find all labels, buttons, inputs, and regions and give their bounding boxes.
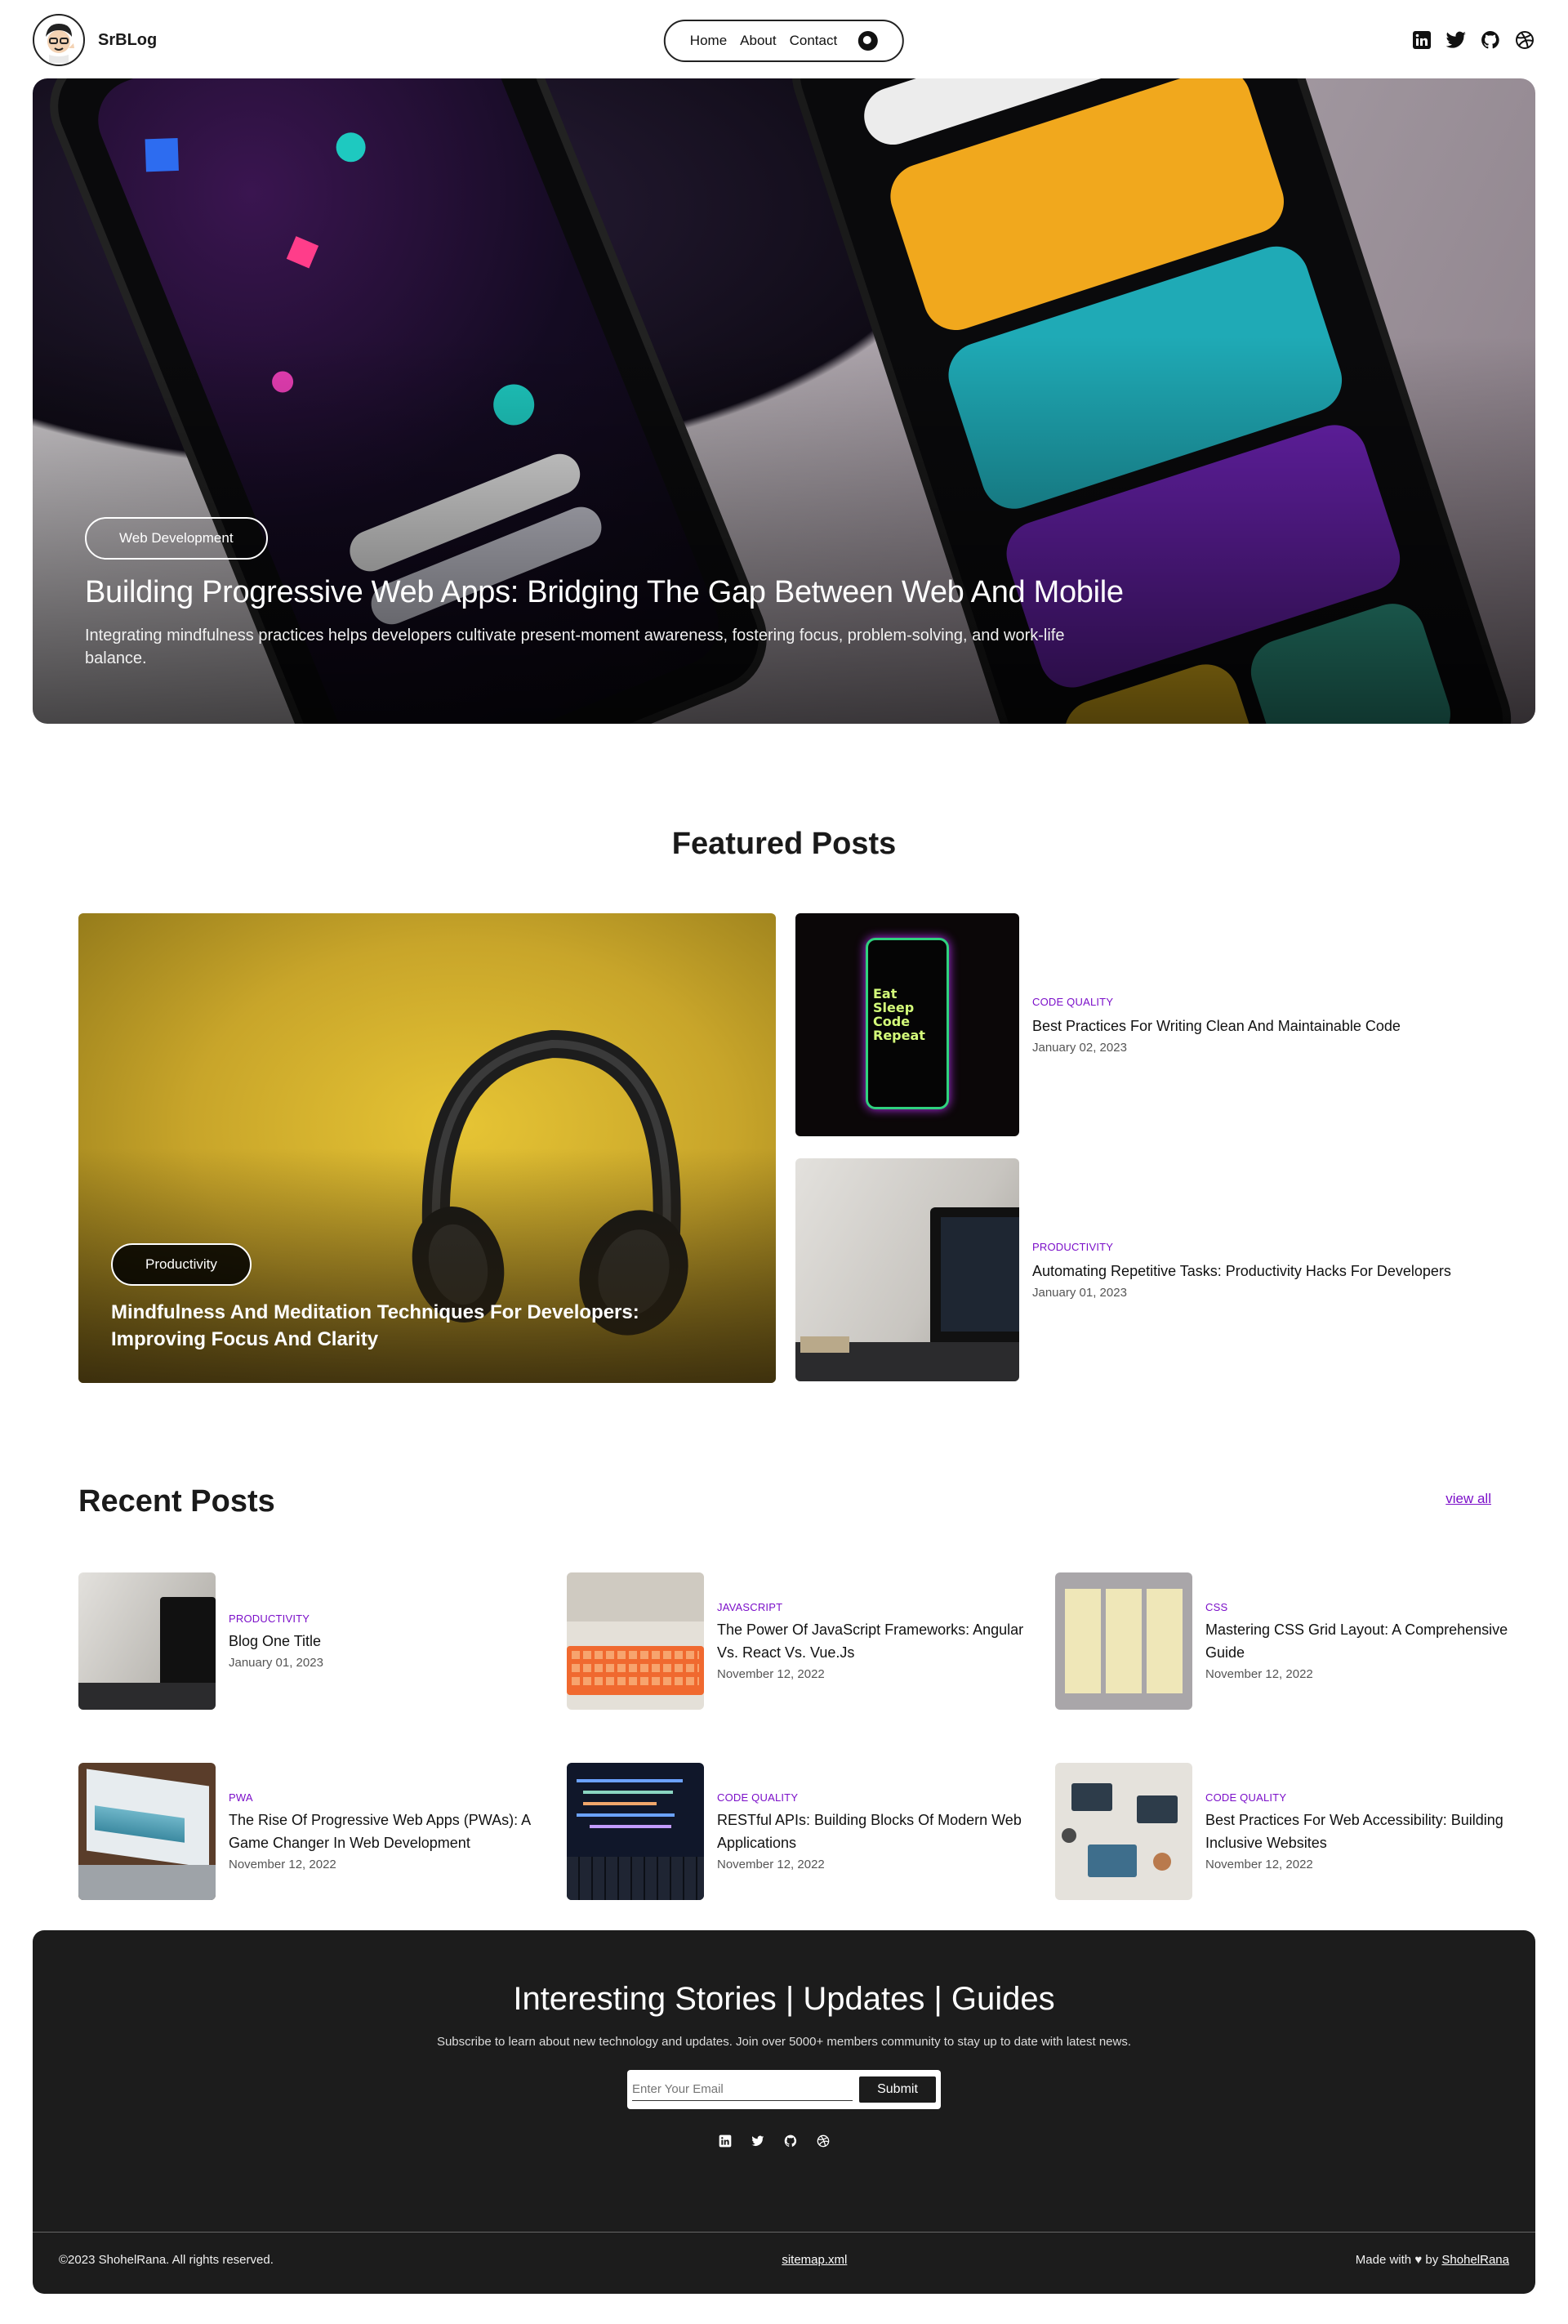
header-social <box>1411 29 1535 51</box>
featured-main-card[interactable]: Productivity Mindfulness And Meditation … <box>78 913 776 1383</box>
avatar[interactable] <box>33 14 85 66</box>
post-date: November 12, 2022 <box>717 1667 825 1681</box>
hero-title[interactable]: Building Progressive Web Apps: Bridging … <box>85 575 1124 610</box>
view-all-link[interactable]: view all <box>1446 1491 1491 1507</box>
post-date: January 01, 2023 <box>1032 1285 1127 1300</box>
featured-side-text: Code Quality Best Practices For Writing … <box>1032 996 1401 1055</box>
hero-description: Integrating mindfulness practices helps … <box>85 627 1065 667</box>
post-title[interactable]: RESTful APIs: Building Blocks Of Modern … <box>717 1809 1027 1854</box>
laptop-desk-thumbnail-image[interactable] <box>78 1572 216 1710</box>
laptop-analytics-thumbnail-image[interactable] <box>78 1763 216 1900</box>
post-category[interactable]: Productivity <box>229 1613 539 1625</box>
post-title[interactable]: Best Practices For Writing Clean And Mai… <box>1032 1015 1401 1037</box>
twitter-icon[interactable] <box>1446 29 1467 51</box>
recent-post-text: CSS Mastering CSS Grid Layout: A Compreh… <box>1205 1601 1516 1681</box>
featured-main-title[interactable]: Mindfulness And Meditation Techniques Fo… <box>111 1299 732 1353</box>
featured-side-text: Productivity Automating Repetitive Tasks… <box>1032 1241 1451 1300</box>
recent-post-text: PWA The Rise Of Progressive Web Apps (PW… <box>229 1791 539 1871</box>
linkedin-icon[interactable] <box>1411 29 1432 51</box>
site-footer: Interesting Stories | Updates | Guides S… <box>33 1930 1535 2294</box>
post-title[interactable]: The Power Of JavaScript Frameworks: Angu… <box>717 1618 1027 1664</box>
post-category[interactable]: Code Quality <box>1032 996 1401 1008</box>
post-date: November 12, 2022 <box>229 1858 336 1871</box>
post-category[interactable]: PWA <box>229 1791 539 1804</box>
post-title[interactable]: The Rise Of Progressive Web Apps (PWAs):… <box>229 1809 539 1854</box>
post-title[interactable]: Best Practices For Web Accessibility: Bu… <box>1205 1809 1516 1854</box>
made-with-credit: Made with ♥ by ShohelRana <box>1356 2253 1509 2267</box>
made-with-text: Made with ♥ by <box>1355 2253 1442 2267</box>
github-icon[interactable] <box>1480 29 1501 51</box>
footer-social <box>719 2134 830 2148</box>
sticky-notes-thumbnail-image[interactable] <box>1055 1572 1192 1710</box>
brand-name[interactable]: SrBLog <box>98 31 157 50</box>
email-input[interactable] <box>632 2078 853 2101</box>
post-title[interactable]: Blog One Title <box>229 1630 539 1653</box>
hero-category-badge[interactable]: Web Development <box>85 517 268 560</box>
post-date: January 02, 2023 <box>1032 1040 1127 1055</box>
recent-post-card[interactable]: PWA The Rise Of Progressive Web Apps (PW… <box>78 1763 567 1900</box>
linkedin-icon[interactable] <box>719 2134 732 2148</box>
newsletter-form: Submit <box>627 2070 941 2109</box>
post-category[interactable]: Productivity <box>1032 1241 1451 1253</box>
submit-button[interactable]: Submit <box>859 2076 936 2103</box>
main-nav: Home About Contact <box>663 20 905 62</box>
twitter-icon[interactable] <box>751 2134 764 2148</box>
team-desk-thumbnail-image[interactable] <box>1055 1763 1192 1900</box>
keyboard-thumbnail-image[interactable] <box>567 1572 704 1710</box>
featured-side-card[interactable]: Productivity Automating Repetitive Tasks… <box>795 1158 1530 1381</box>
nav-home[interactable]: Home <box>690 33 727 49</box>
recent-post-card[interactable]: Code Quality Best Practices For Web Acce… <box>1055 1763 1508 1900</box>
dribbble-icon[interactable] <box>1514 29 1535 51</box>
copyright-text: ©2023 ShohelRana. All rights reserved. <box>59 2253 274 2267</box>
recent-post-card[interactable]: Productivity Blog One Title January 01, … <box>78 1572 567 1710</box>
post-date: January 01, 2023 <box>229 1656 323 1670</box>
recent-post-text: Productivity Blog One Title January 01, … <box>229 1613 539 1670</box>
hero-banner[interactable]: Web Development Building Progressive Web… <box>33 78 1535 724</box>
author-link[interactable]: ShohelRana <box>1441 2253 1509 2267</box>
code-editor-thumbnail-image[interactable] <box>567 1763 704 1900</box>
recent-posts-heading: Recent Posts <box>78 1484 275 1519</box>
brand[interactable]: SrBLog <box>33 14 157 66</box>
dribbble-icon[interactable] <box>817 2134 830 2148</box>
recent-post-text: Code Quality RESTful APIs: Building Bloc… <box>717 1791 1027 1871</box>
post-category[interactable]: JavaScript <box>717 1601 1027 1613</box>
site-header: SrBLog Home About Contact <box>33 11 1535 69</box>
nav-contact[interactable]: Contact <box>790 33 838 49</box>
featured-posts-heading: Featured Posts <box>671 827 897 861</box>
newsletter-title: Interesting Stories | Updates | Guides <box>513 1981 1055 2017</box>
featured-main-category-badge[interactable]: Productivity <box>111 1243 252 1286</box>
recent-post-card[interactable]: JavaScript The Power Of JavaScript Frame… <box>567 1572 1055 1710</box>
github-icon[interactable] <box>784 2134 797 2148</box>
post-title[interactable]: Mastering CSS Grid Layout: A Comprehensi… <box>1205 1618 1516 1664</box>
footer-divider <box>33 2232 1535 2233</box>
recent-post-text: Code Quality Best Practices For Web Acce… <box>1205 1791 1516 1871</box>
post-category[interactable]: Code Quality <box>1205 1791 1516 1804</box>
avatar-illustration-icon <box>46 24 74 63</box>
featured-side-card[interactable]: Eat Sleep Code Repeat Code Quality Best Pra… <box>795 913 1530 1136</box>
post-category[interactable]: CSS <box>1205 1601 1516 1613</box>
footer-bottom-bar: ©2023 ShohelRana. All rights reserved. s… <box>59 2253 1509 2267</box>
theme-toggle-icon[interactable] <box>858 31 879 51</box>
sitemap-link[interactable]: sitemap.xml <box>782 2253 847 2267</box>
post-title[interactable]: Automating Repetitive Tasks: Productivit… <box>1032 1260 1451 1282</box>
recent-posts-grid: Productivity Blog One Title January 01, … <box>78 1572 1508 1900</box>
post-date: November 12, 2022 <box>1205 1667 1313 1681</box>
nav-about[interactable]: About <box>740 33 776 49</box>
post-category[interactable]: Code Quality <box>717 1791 1027 1804</box>
newsletter-subtitle: Subscribe to learn about new technology … <box>436 2035 1132 2049</box>
recent-post-card[interactable]: CSS Mastering CSS Grid Layout: A Compreh… <box>1055 1572 1508 1710</box>
post-date: November 12, 2022 <box>1205 1858 1313 1871</box>
phone-eat-sleep-code-image[interactable]: Eat Sleep Code Repeat <box>795 913 1019 1136</box>
recent-post-text: JavaScript The Power Of JavaScript Frame… <box>717 1601 1027 1681</box>
recent-post-card[interactable]: Code Quality RESTful APIs: Building Bloc… <box>567 1763 1055 1900</box>
laptop-desk-image[interactable] <box>795 1158 1019 1381</box>
post-date: November 12, 2022 <box>717 1858 825 1871</box>
